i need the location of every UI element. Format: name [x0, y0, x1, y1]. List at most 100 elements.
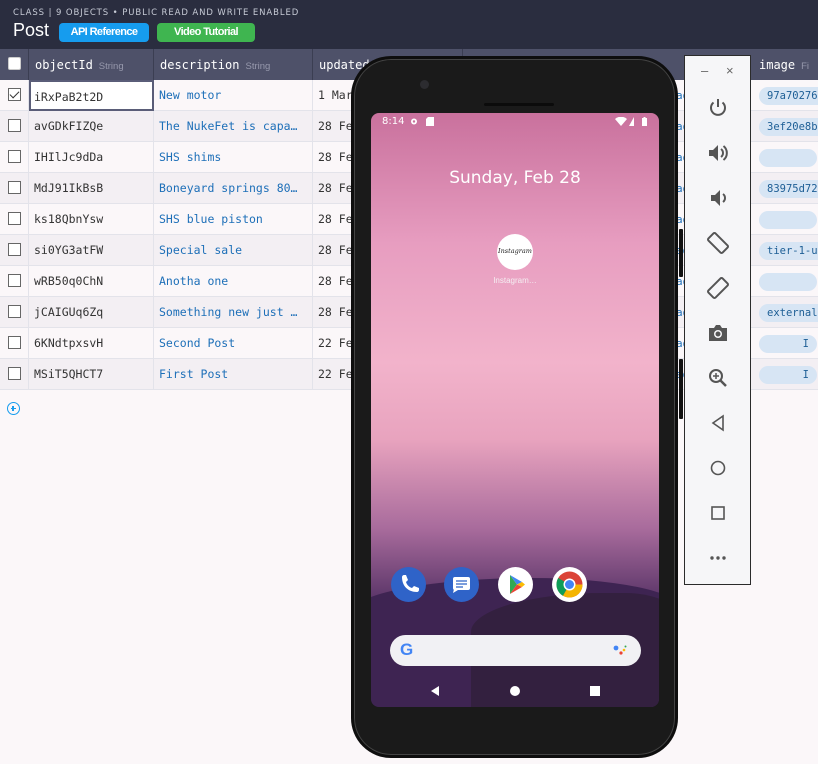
description-cell[interactable]: SHS shims: [154, 142, 313, 173]
google-search-bar[interactable]: G: [390, 635, 641, 666]
objectid-cell[interactable]: MSiT5QHCT7: [29, 359, 154, 390]
minimize-icon[interactable]: –: [701, 64, 708, 78]
camera-icon[interactable]: [705, 320, 731, 346]
file-pill[interactable]: 3ef20e8b: [759, 117, 818, 136]
instagram-app-icon[interactable]: Instagram: [497, 234, 533, 270]
objectid-cell[interactable]: wRB50q0ChN: [29, 266, 154, 297]
image-cell[interactable]: I: [753, 359, 818, 390]
image-cell[interactable]: 83975d72: [753, 173, 818, 204]
phone-icon[interactable]: [391, 567, 426, 602]
description-cell[interactable]: The NukeFet is capa…: [154, 111, 313, 142]
objectid-cell[interactable]: avGDkFIZQe: [29, 111, 154, 142]
image-cell[interactable]: I: [753, 328, 818, 359]
nav-overview-icon[interactable]: [588, 684, 602, 698]
power-button[interactable]: [679, 229, 683, 277]
image-cell[interactable]: [753, 204, 818, 235]
api-reference-button[interactable]: API Reference: [59, 23, 149, 42]
volume-up-icon[interactable]: [705, 140, 731, 166]
close-icon[interactable]: ×: [726, 64, 734, 78]
phone-screen[interactable]: 8:14 Sunday, Feb 28 Instagram Instagram…: [371, 113, 659, 707]
file-pill[interactable]: external: [759, 303, 818, 322]
row-checkbox[interactable]: [8, 336, 21, 349]
file-pill[interactable]: I: [759, 365, 817, 384]
instagram-logo-text: Instagram: [498, 247, 532, 255]
image-cell[interactable]: external: [753, 297, 818, 328]
column-type: Fi: [801, 61, 810, 72]
row-checkbox-cell[interactable]: [0, 328, 29, 359]
description-cell[interactable]: First Post: [154, 359, 313, 390]
description-cell[interactable]: Boneyard springs 80…: [154, 173, 313, 204]
row-checkbox[interactable]: [8, 181, 21, 194]
row-checkbox[interactable]: [8, 305, 21, 318]
image-cell[interactable]: [753, 142, 818, 173]
column-name: image: [759, 58, 796, 72]
description-cell[interactable]: New motor: [154, 80, 313, 111]
file-pill[interactable]: tier-1-u: [759, 241, 818, 260]
select-all-checkbox[interactable]: [8, 57, 21, 70]
nav-home-icon[interactable]: [508, 684, 522, 698]
column-name: objectId: [35, 58, 93, 72]
file-pill[interactable]: 97a70276: [759, 86, 818, 105]
image-cell[interactable]: 3ef20e8b: [753, 111, 818, 142]
row-checkbox[interactable]: [8, 367, 21, 380]
image-cell[interactable]: tier-1-u: [753, 235, 818, 266]
volume-rocker[interactable]: [679, 359, 683, 419]
description-cell[interactable]: Special sale: [154, 235, 313, 266]
rotate-left-icon[interactable]: [705, 230, 731, 256]
row-checkbox-cell[interactable]: [0, 142, 29, 173]
column-header-image[interactable]: image Fi: [753, 49, 818, 80]
file-pill[interactable]: [759, 272, 817, 291]
volume-down-icon[interactable]: [705, 185, 731, 211]
row-checkbox-cell[interactable]: [0, 80, 29, 111]
objectid-cell[interactable]: 6KNdtpxsvH: [29, 328, 154, 359]
video-tutorial-button[interactable]: Video Tutorial: [157, 23, 255, 42]
rotate-right-icon[interactable]: [705, 275, 731, 301]
row-checkbox-cell[interactable]: [0, 173, 29, 204]
objectid-cell[interactable]: jCAIGUq6Zq: [29, 297, 154, 328]
description-cell[interactable]: Something new just …: [154, 297, 313, 328]
row-checkbox-cell[interactable]: [0, 204, 29, 235]
row-checkbox[interactable]: [8, 88, 21, 101]
screen: CLASS | 9 OBJECTS • PUBLIC READ AND WRIT…: [0, 0, 818, 764]
row-checkbox[interactable]: [8, 243, 21, 256]
power-icon[interactable]: [705, 95, 731, 121]
row-checkbox-cell[interactable]: [0, 111, 29, 142]
file-pill[interactable]: [759, 148, 817, 167]
zoom-icon[interactable]: [705, 365, 731, 391]
row-checkbox[interactable]: [8, 150, 21, 163]
back-icon[interactable]: [705, 410, 731, 436]
row-checkbox[interactable]: [8, 274, 21, 287]
sd-card-icon: [426, 117, 434, 126]
description-cell[interactable]: Second Post: [154, 328, 313, 359]
chrome-icon[interactable]: [552, 567, 587, 602]
home-icon[interactable]: [705, 455, 731, 481]
objectid-cell[interactable]: IHIlJc9dDa: [29, 142, 154, 173]
more-icon[interactable]: [705, 545, 731, 571]
row-checkbox[interactable]: [8, 212, 21, 225]
row-checkbox-cell[interactable]: [0, 235, 29, 266]
file-pill[interactable]: I: [759, 334, 817, 353]
description-cell[interactable]: SHS blue piston: [154, 204, 313, 235]
play-store-icon[interactable]: [498, 567, 533, 602]
row-checkbox[interactable]: [8, 119, 21, 132]
row-checkbox-cell[interactable]: [0, 297, 29, 328]
objectid-cell[interactable]: iRxPaB2t2D: [29, 80, 154, 111]
overview-icon[interactable]: [705, 500, 731, 526]
column-name: description: [160, 58, 240, 72]
image-cell[interactable]: [753, 266, 818, 297]
column-header-objectid[interactable]: objectId String: [29, 49, 154, 80]
file-pill[interactable]: 83975d72: [759, 179, 818, 198]
objectid-cell[interactable]: si0YG3atFW: [29, 235, 154, 266]
add-row-icon[interactable]: [7, 402, 20, 415]
objectid-cell[interactable]: ks18QbnYsw: [29, 204, 154, 235]
nav-back-icon[interactable]: [428, 684, 442, 698]
assistant-icon[interactable]: [613, 644, 627, 656]
file-pill[interactable]: [759, 210, 817, 229]
column-header-description[interactable]: description String: [154, 49, 313, 80]
description-cell[interactable]: Anotha one: [154, 266, 313, 297]
row-checkbox-cell[interactable]: [0, 266, 29, 297]
row-checkbox-cell[interactable]: [0, 359, 29, 390]
image-cell[interactable]: 97a70276: [753, 80, 818, 111]
messages-icon[interactable]: [444, 567, 479, 602]
objectid-cell[interactable]: MdJ91IkBsB: [29, 173, 154, 204]
